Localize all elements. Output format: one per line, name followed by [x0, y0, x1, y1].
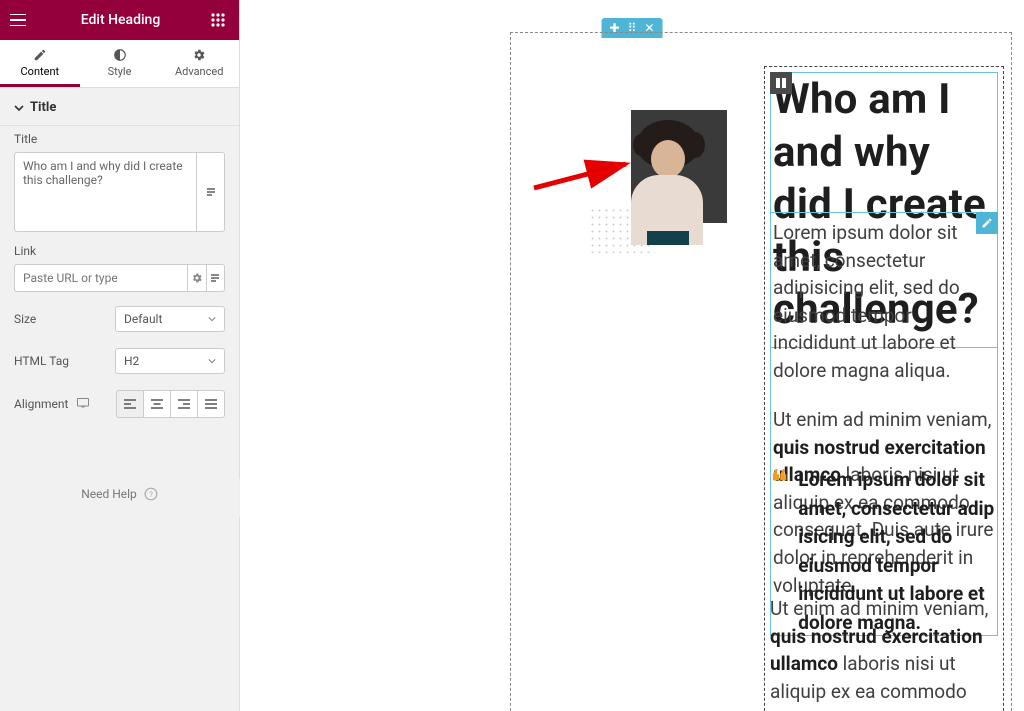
- size-label: Size: [14, 312, 36, 326]
- tab-content-label: Content: [21, 65, 60, 78]
- tab-style[interactable]: Style: [80, 40, 160, 87]
- editor-canvas: ✚ ⠿ ✕ Who am I and why did I create this…: [240, 0, 1024, 711]
- sidebar-title: Edit Heading: [81, 12, 161, 28]
- panel-title: Title: [0, 88, 239, 126]
- htmltag-label: HTML Tag: [14, 354, 69, 368]
- alignment-buttons: [116, 390, 225, 418]
- title-textarea[interactable]: [14, 152, 197, 232]
- responsive-icon[interactable]: [77, 398, 89, 408]
- htmltag-select[interactable]: H2: [115, 348, 225, 374]
- editor-sidebar: Edit Heading Content Style Advanced Titl…: [0, 0, 240, 711]
- panel-tabs: Content Style Advanced: [0, 40, 239, 88]
- menu-icon[interactable]: [10, 14, 30, 26]
- htmltag-value: H2: [124, 354, 139, 368]
- paragraph-3: Ut enim ad minim veniam, quis nostrud ex…: [770, 595, 998, 711]
- column-edit-icon[interactable]: [770, 72, 792, 94]
- align-justify-button[interactable]: [197, 390, 225, 418]
- size-select[interactable]: Default: [115, 306, 225, 332]
- link-dynamic-button[interactable]: [207, 264, 226, 292]
- link-options-button[interactable]: [188, 264, 207, 292]
- edit-widget-icon[interactable]: [976, 212, 998, 234]
- size-value: Default: [124, 312, 162, 326]
- tab-style-label: Style: [108, 65, 132, 78]
- field-htmltag: HTML Tag H2: [0, 340, 239, 382]
- field-size: Size Default: [0, 298, 239, 340]
- tab-advanced-label: Advanced: [175, 65, 223, 78]
- svg-text:?: ?: [149, 490, 153, 499]
- apps-icon[interactable]: [211, 13, 229, 27]
- link-input[interactable]: [14, 264, 188, 292]
- align-center-button[interactable]: [143, 390, 171, 418]
- field-alignment: Alignment: [0, 382, 239, 426]
- alignment-label: Alignment: [14, 397, 89, 411]
- field-title: Title: [0, 126, 239, 238]
- panel-toggle-title[interactable]: Title: [14, 100, 225, 125]
- title-label: Title: [14, 132, 225, 146]
- dynamic-tags-button[interactable]: [197, 152, 225, 232]
- paragraph-1: Lorem ipsum dolor sit amet, consectetur …: [773, 219, 994, 384]
- tab-advanced[interactable]: Advanced: [159, 40, 239, 87]
- field-link: Link: [0, 238, 239, 298]
- tab-content[interactable]: Content: [0, 40, 80, 87]
- annotation-arrow: [526, 158, 646, 198]
- align-right-button[interactable]: [170, 390, 198, 418]
- link-label: Link: [14, 244, 225, 258]
- sidebar-header: Edit Heading: [0, 0, 239, 40]
- panel-title-label: Title: [30, 100, 56, 115]
- help-icon: ?: [144, 487, 158, 501]
- align-left-button[interactable]: [116, 390, 144, 418]
- help-link[interactable]: Need Help ?: [0, 426, 239, 501]
